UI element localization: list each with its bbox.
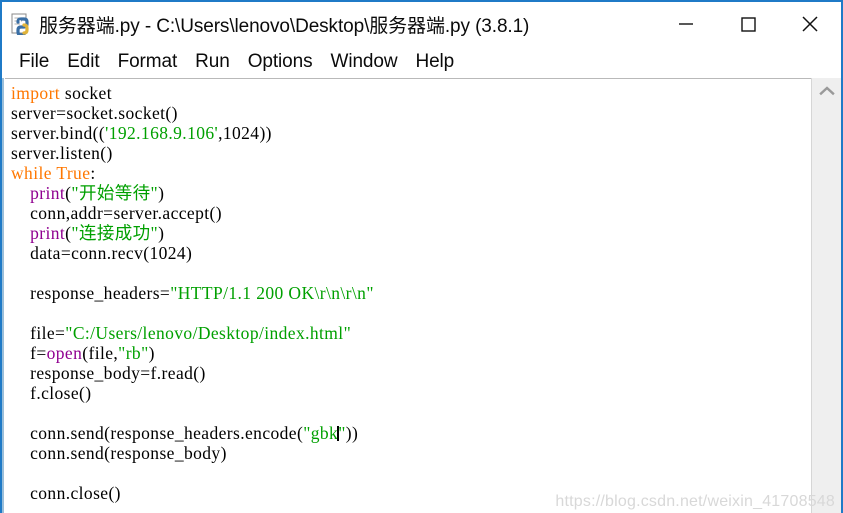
code-line: f=open(file,"rb") (11, 343, 374, 363)
code-token: True (56, 163, 91, 183)
code-token: server=socket.socket() (11, 103, 178, 123)
close-icon (802, 16, 818, 32)
code-token: server.bind(( (11, 123, 106, 143)
code-line: print("连接成功") (11, 223, 374, 243)
code-line: server.listen() (11, 143, 374, 163)
code-token: : (90, 163, 96, 183)
code-token: print (30, 223, 66, 243)
code-token: ) (158, 183, 165, 203)
code-token: import (11, 83, 61, 103)
code-token: "gbk (303, 423, 339, 443)
code-line: file="C:/Users/lenovo/Desktop/index.html… (11, 323, 374, 343)
code-line: server.bind(('192.168.9.106',1024)) (11, 123, 374, 143)
python-idle-file-icon (10, 13, 32, 37)
code-token: print (30, 183, 66, 203)
code-token: "rb" (118, 343, 149, 363)
menu-item-file[interactable]: File (10, 51, 58, 73)
idle-editor-window: 服务器端.py - C:\Users\lenovo\Desktop\服务器端.p… (0, 0, 843, 513)
code-token: ) (148, 343, 155, 363)
code-token: server.listen() (11, 143, 113, 163)
code-line: data=conn.recv(1024) (11, 243, 374, 263)
code-token: "开始等待" (71, 183, 159, 203)
code-token: (file, (82, 343, 119, 363)
menu-item-options[interactable]: Options (239, 51, 322, 73)
code-line: response_headers="HTTP/1.1 200 OK\r\n\r\… (11, 283, 374, 303)
code-token: socket (60, 83, 112, 103)
code-token: while (11, 163, 52, 183)
code-token: response_headers= (11, 283, 171, 303)
code-token: "连接成功" (71, 223, 159, 243)
code-line: print("开始等待") (11, 183, 374, 203)
code-token: "C:/Users/lenovo/Desktop/index.html" (65, 323, 352, 343)
code-token: f.close() (11, 383, 92, 403)
code-token: data=conn.recv(1024) (11, 243, 193, 263)
code-token: open (46, 343, 83, 363)
menu-item-run[interactable]: Run (186, 51, 239, 73)
maximize-icon (741, 17, 756, 32)
code-token: ) (158, 223, 165, 243)
code-token: f= (11, 343, 47, 363)
code-token: ,1024)) (218, 123, 272, 143)
editor-area: import socket server=socket.socket() serve… (2, 78, 841, 513)
title-bar: 服务器端.py - C:\Users\lenovo\Desktop\服务器端.p… (2, 2, 841, 46)
scroll-up-button[interactable] (812, 78, 841, 104)
code-text-area[interactable]: import socket server=socket.socket() serve… (5, 78, 811, 513)
window-title: 服务器端.py - C:\Users\lenovo\Desktop\服务器端.p… (39, 15, 530, 37)
code-token: file= (11, 323, 66, 343)
chevron-up-icon (819, 86, 835, 96)
maximize-button[interactable] (717, 2, 779, 46)
code-token: conn.send(response_headers.encode( (11, 423, 304, 443)
code-token: conn.close() (11, 483, 121, 503)
code-token: " (338, 423, 346, 443)
code-line: conn.send(response_headers.encode("gbk")… (11, 423, 374, 443)
code-token: conn.send(response_body) (11, 443, 227, 463)
menu-bar: File Edit Format Run Options Window Help (2, 46, 841, 78)
code-line: import socket (11, 83, 374, 103)
code-token: )) (345, 423, 359, 443)
code-line: server=socket.socket() (11, 103, 374, 123)
code-line: while True: (11, 163, 374, 183)
code-content: import socket server=socket.socket() serve… (11, 83, 374, 503)
window-controls (655, 2, 841, 46)
menu-item-format[interactable]: Format (109, 51, 187, 73)
code-token: conn,addr=server.accept() (11, 203, 222, 223)
code-token: '192.168.9.106' (105, 123, 219, 143)
code-line: f.close() (11, 383, 374, 403)
menu-item-edit[interactable]: Edit (58, 51, 108, 73)
code-line: conn,addr=server.accept() (11, 203, 374, 223)
code-line: conn.close() (11, 483, 374, 503)
menu-item-help[interactable]: Help (406, 51, 463, 73)
code-token: response_body=f.read() (11, 363, 206, 383)
code-line: conn.send(response_body) (11, 443, 374, 463)
minimize-icon (679, 23, 693, 25)
close-button[interactable] (779, 2, 841, 46)
menu-item-window[interactable]: Window (321, 51, 406, 73)
code-token: "HTTP/1.1 200 OK\r\n\r\n" (170, 283, 374, 303)
vertical-scrollbar[interactable] (811, 78, 841, 513)
code-line: response_body=f.read() (11, 363, 374, 383)
minimize-button[interactable] (655, 2, 717, 46)
